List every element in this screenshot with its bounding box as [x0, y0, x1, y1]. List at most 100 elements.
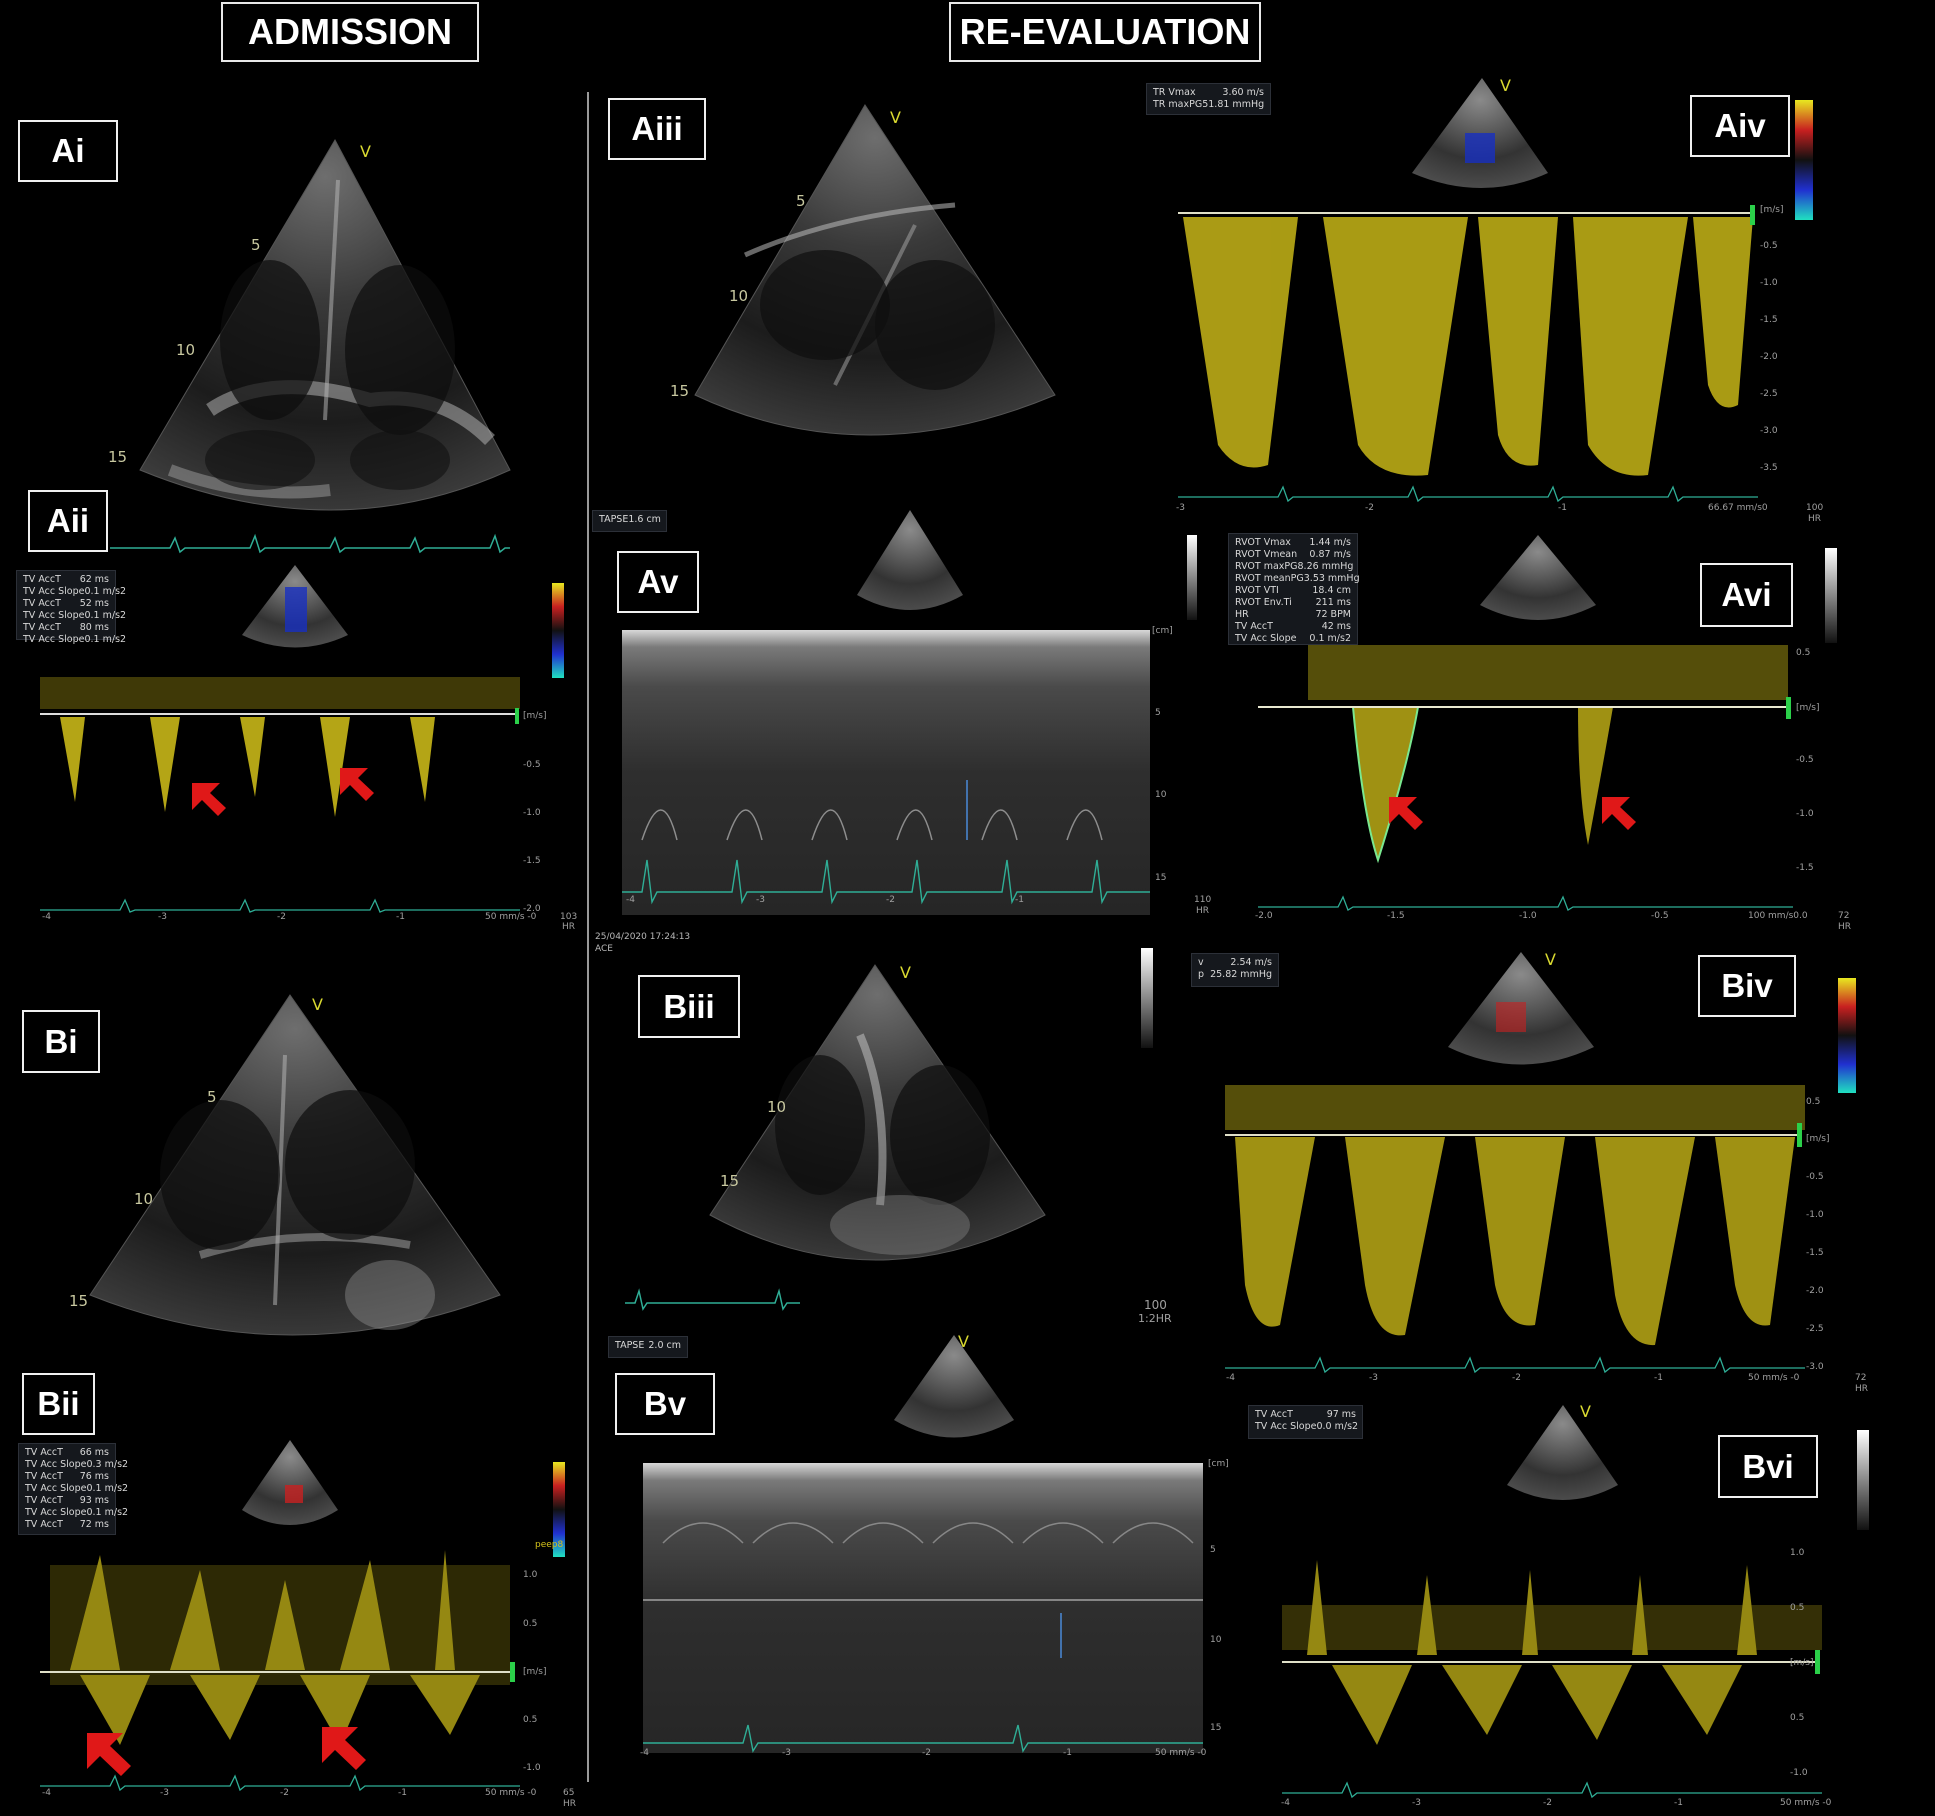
- ai-v-marker: V: [360, 142, 371, 161]
- aii-x-tick-3: -2: [277, 912, 286, 922]
- avi-graybar: [1825, 548, 1837, 643]
- bv-y-tick-15: 15: [1210, 1723, 1222, 1733]
- avi-x-tick-3: -1.0: [1519, 911, 1537, 921]
- biv-x-tick-4: -1: [1654, 1373, 1663, 1383]
- bv-x-tick-2: -3: [782, 1748, 791, 1758]
- avi-x-tick-2: -1.5: [1387, 911, 1405, 921]
- av-y-tick-10: 10: [1155, 790, 1167, 800]
- av-x-tick-1: -4: [626, 895, 635, 905]
- bi-depth-10: 10: [134, 1190, 154, 1208]
- panel-label-bii: Bii: [22, 1373, 95, 1435]
- aii-unit: [m/s]: [523, 711, 547, 721]
- bv-y-tick-10: 10: [1210, 1635, 1222, 1645]
- bii-x-tick-4: -1: [398, 1788, 407, 1798]
- avi-y-tick-4: -1.5: [1796, 863, 1814, 873]
- bvi-measurement-box: TV AccT 97 ms TV Acc Slope 0.0 m/s2: [1248, 1405, 1363, 1439]
- aii-hr-value: 103: [560, 912, 578, 922]
- aii-y-tick-3: -1.5: [523, 856, 541, 866]
- aiv-y-tick-3: -1.5: [1760, 315, 1778, 325]
- bv-x-tick-4: -1: [1063, 1748, 1072, 1758]
- aiv-hr-value: 100: [1806, 503, 1824, 513]
- bii-peep-label: peep8: [535, 1540, 564, 1550]
- av-thumbnail-sector: [857, 510, 963, 610]
- bii-y-tick-3: 0.5: [523, 1715, 538, 1725]
- aiv-y-tick-1: -0.5: [1760, 241, 1778, 251]
- biii-v-marker: V: [900, 963, 911, 982]
- bii-x-tick-2: -3: [160, 1788, 169, 1798]
- bii-arrow-2: [322, 1727, 366, 1770]
- bii-hr-label: HR: [563, 1799, 577, 1809]
- aiv-hr-label: HR: [1808, 514, 1822, 524]
- biv-colorbar: [1838, 978, 1856, 1093]
- av-y-tick-15: 15: [1155, 873, 1167, 883]
- aii-y-tick-1: -0.5: [523, 760, 541, 770]
- biv-thumbnail-sector: [1448, 952, 1594, 1065]
- aii-y-tick-2: -1.0: [523, 808, 541, 818]
- bi-depth-5: 5: [207, 1088, 217, 1106]
- avi-measurement-box: RVOT Vmax 1.44 m/s RVOT Vmean 0.87 m/s RVO…: [1228, 533, 1360, 645]
- aii-hr-label: HR: [562, 922, 576, 932]
- biv-y-tick-1: 0.5: [1806, 1097, 1821, 1107]
- aiv-doppler-spectrum: [1178, 205, 1758, 505]
- av-graybar: [1187, 535, 1197, 620]
- aiv-speed: 66.67 mm/s0: [1708, 503, 1768, 513]
- avi-y-tick-2: -0.5: [1796, 755, 1814, 765]
- bii-unit: [m/s]: [523, 1667, 547, 1677]
- bi-echo-sector: [89, 994, 501, 1336]
- avi-y-tick-1: 0.5: [1796, 648, 1811, 658]
- biv-x-tick-3: -2: [1512, 1373, 1521, 1383]
- aiv-y-tick-5: -2.5: [1760, 389, 1778, 399]
- bvi-unit: [m/s]: [1790, 1658, 1814, 1668]
- biv-hr-label: HR: [1855, 1384, 1869, 1394]
- aii-speed: 50 mm/s -0: [485, 912, 537, 922]
- bv-x-tick-1: -4: [640, 1748, 649, 1758]
- biv-x-tick-1: -4: [1226, 1373, 1235, 1383]
- biv-v-marker: V: [1545, 950, 1556, 969]
- av-x-tick-3: -2: [886, 895, 895, 905]
- aiii-tapse-box: TAPSE 1.6 cm: [592, 510, 667, 532]
- av-x-tick-4: -1: [1015, 895, 1024, 905]
- bv-tapse-box: TAPSE 2.0 cm: [608, 1336, 688, 1358]
- aiii-depth-5: 5: [796, 192, 806, 210]
- panel-label-ai: Ai: [18, 120, 118, 182]
- biv-speed: 50 mm/s -0: [1748, 1373, 1800, 1383]
- bvi-y-tick-2: 0.5: [1790, 1603, 1805, 1613]
- aiv-y-tick-7: -3.5: [1760, 463, 1778, 473]
- aiv-y-tick-4: -2.0: [1760, 352, 1778, 362]
- biii-depth-10: 10: [767, 1098, 787, 1116]
- bi-v-marker: V: [312, 995, 323, 1014]
- aiv-thumbnail-sector: [1412, 78, 1548, 188]
- bii-x-tick-1: -4: [42, 1788, 51, 1798]
- bv-x-tick-3: -2: [922, 1748, 931, 1758]
- biv-unit: [m/s]: [1806, 1134, 1830, 1144]
- aiii-depth-15: 15: [670, 382, 690, 400]
- avi-x-tick-4: -0.5: [1651, 911, 1669, 921]
- ai-depth-10: 10: [176, 341, 196, 359]
- avi-doppler-spectrum: [1258, 645, 1793, 911]
- aii-colorbar: [552, 583, 564, 678]
- avi-unit: [m/s]: [1796, 703, 1820, 713]
- bvi-y-tick-1: 1.0: [1790, 1548, 1805, 1558]
- ai-ecg-trace: [110, 533, 510, 554]
- aii-x-tick-1: -4: [42, 912, 51, 922]
- admission-header: ADMISSION: [221, 2, 479, 62]
- aiv-x-tick-1: -3: [1176, 503, 1185, 513]
- bvi-x-tick-4: -1: [1674, 1798, 1683, 1808]
- avi-y-tick-3: -1.0: [1796, 809, 1814, 819]
- av-hr-label: HR: [1196, 906, 1210, 916]
- avi-thumbnail-sector: [1480, 535, 1596, 620]
- bvi-v-marker: V: [1580, 1402, 1591, 1421]
- bvi-x-tick-3: -2: [1543, 1798, 1552, 1808]
- biii-depth-15: 15: [720, 1172, 740, 1190]
- biv-measurement-box: v 2.54 m/s p 25.82 mmHg: [1191, 953, 1279, 987]
- bv-unit: [cm]: [1208, 1459, 1229, 1469]
- aii-x-tick-4: -1: [396, 912, 405, 922]
- bv-v-marker: V: [958, 1332, 969, 1351]
- column-divider: [587, 92, 589, 1782]
- bv-mmode-image: [643, 1463, 1203, 1753]
- aiv-colorbar: [1795, 100, 1813, 220]
- biv-y-tick-2: -0.5: [1806, 1172, 1824, 1182]
- biv-doppler-spectrum: [1225, 1085, 1805, 1375]
- ai-depth-15: 15: [108, 448, 128, 466]
- aii-thumbnail-sector: [242, 565, 348, 648]
